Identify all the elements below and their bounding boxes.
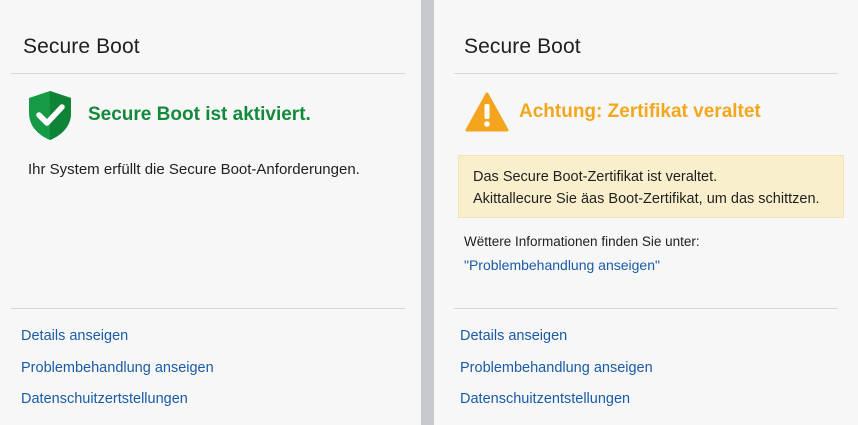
status-row: Secure Boot ist aktiviert. (26, 89, 311, 141)
troubleshoot-link[interactable]: Problembehandlung anseigen (460, 360, 653, 376)
privacy-settings-link[interactable]: Datenschuitzentstellungen (460, 391, 630, 407)
status-description: Ihr System erfüllt die Secure Boot-Anfor… (28, 161, 360, 178)
page-title: Secure Boot (23, 35, 140, 58)
warning-message-box: Das Secure Boot-Zertifikat ist veraltet.… (458, 155, 844, 218)
details-link[interactable]: Details anseigen (21, 328, 128, 344)
details-link[interactable]: Details anseigen (460, 328, 567, 344)
troubleshoot-link[interactable]: Problembehandlung anseigen (21, 360, 214, 376)
more-info-text: Wëttere Informationen finden Sie unter: (464, 234, 700, 249)
warning-line-2: Akittallecure Sie äas Boot-Zertifikat, u… (473, 191, 820, 207)
troubleshoot-inline-link[interactable]: "Problembehandlung anseigen" (464, 257, 660, 273)
divider (454, 308, 838, 309)
status-row: Achtung: Zertifikat veraltet (465, 92, 761, 132)
page-title: Secure Boot (464, 35, 581, 58)
divider (11, 308, 405, 309)
left-secure-boot-panel: Secure Boot Secure Boot ist aktiviert. I… (0, 0, 421, 425)
shield-check-icon (26, 89, 74, 141)
status-text: Secure Boot ist aktiviert. (88, 104, 311, 125)
divider (11, 73, 405, 74)
status-text: Achtung: Zertifikat veraltet (519, 101, 761, 122)
warning-line-1: Das Secure Boot-Zertifikat ist veraltet. (473, 169, 718, 185)
privacy-settings-link[interactable]: Datenschuitzertstellungen (21, 391, 188, 407)
warning-triangle-icon (465, 92, 509, 132)
divider (454, 73, 838, 74)
right-secure-boot-panel: Secure Boot Achtung: Zertifikat veraltet… (434, 0, 858, 425)
